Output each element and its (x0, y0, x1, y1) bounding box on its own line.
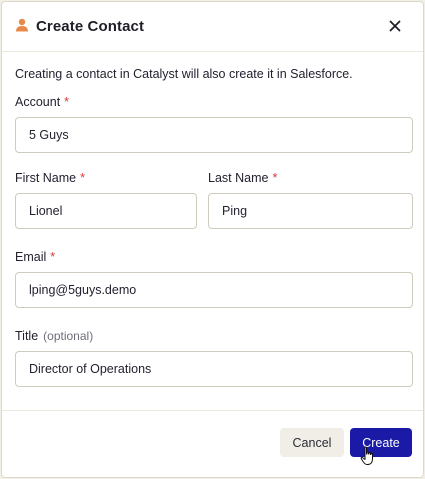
required-mark: * (272, 171, 278, 185)
cancel-button[interactable]: Cancel (280, 428, 344, 457)
account-label-text: Account (15, 95, 61, 109)
last-name-label: Last Name * (208, 171, 277, 185)
title-label-text: Title (15, 329, 39, 343)
close-button[interactable] (385, 16, 405, 36)
title-label: Title (optional) (15, 329, 93, 343)
last-name-input[interactable] (208, 193, 413, 229)
dialog-header: Create Contact (2, 2, 423, 52)
first-name-input[interactable] (15, 193, 197, 229)
first-name-label: First Name * (15, 171, 85, 185)
create-contact-dialog: Create Contact Creating a contact in Cat… (1, 1, 424, 478)
info-text: Creating a contact in Catalyst will also… (15, 67, 353, 81)
email-label-text: Email (15, 250, 47, 264)
title-input[interactable] (15, 351, 413, 387)
first-name-label-text: First Name (15, 171, 77, 185)
account-label: Account * (15, 95, 69, 109)
last-name-label-text: Last Name (208, 171, 269, 185)
dialog-footer: Cancel Create (2, 410, 423, 478)
person-icon (16, 18, 28, 32)
email-label: Email * (15, 250, 55, 264)
required-mark: * (50, 250, 56, 264)
email-input[interactable] (15, 272, 413, 308)
dialog-title: Create Contact (36, 18, 145, 35)
close-icon (389, 20, 401, 32)
account-input[interactable] (15, 117, 413, 153)
required-mark: * (80, 171, 85, 185)
required-mark: * (64, 95, 70, 109)
optional-text: (optional) (43, 329, 94, 343)
create-button[interactable]: Create (350, 428, 412, 457)
